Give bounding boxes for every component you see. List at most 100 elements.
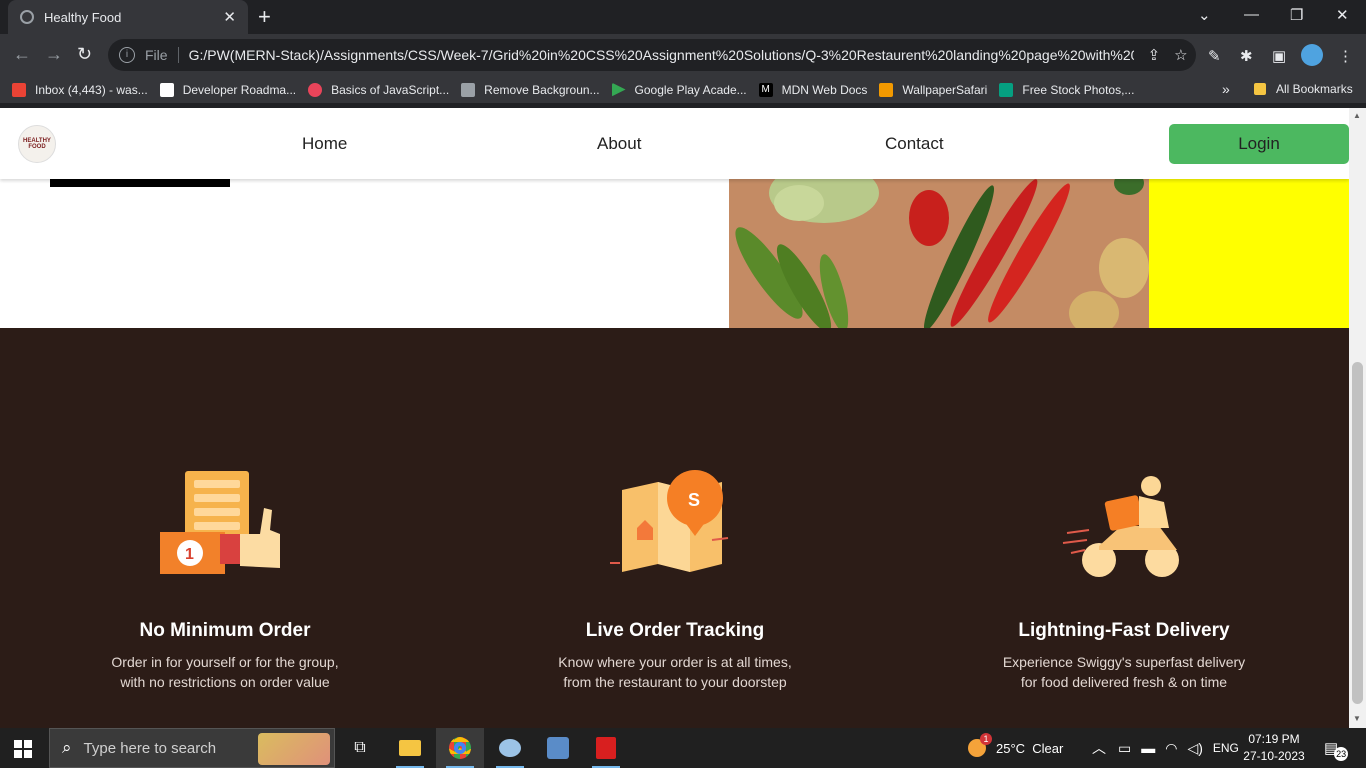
feature-description: Experience Swiggy's superfast delivery fo… bbox=[1002, 654, 1246, 690]
login-button[interactable]: Login bbox=[1169, 124, 1349, 164]
weather-badge: 1 bbox=[980, 733, 992, 745]
extensions-icon[interactable]: ✱ bbox=[1240, 47, 1253, 65]
mdn-icon: M bbox=[758, 82, 773, 97]
eyedropper-icon[interactable]: ✎ bbox=[1208, 47, 1221, 65]
volume-icon[interactable]: ◁) bbox=[1187, 740, 1202, 757]
feature-no-minimum-order: 1 No Minimum Order Order in for yourself… bbox=[0, 328, 450, 728]
bookmark-label: Inbox (4,443) - was... bbox=[35, 82, 148, 97]
media-app-icon[interactable] bbox=[534, 728, 582, 768]
browser-tab[interactable]: Healthy Food ✕ bbox=[8, 0, 248, 34]
windows-start-icon[interactable] bbox=[14, 740, 32, 758]
chrome-icon[interactable] bbox=[436, 728, 484, 768]
meet-icon[interactable]: ▭ bbox=[1118, 740, 1131, 757]
scroll-up-icon[interactable]: ▲ bbox=[1353, 111, 1361, 120]
feature-title: Lightning-Fast Delivery bbox=[1018, 620, 1230, 641]
bookmark-label: WallpaperSafari bbox=[902, 82, 988, 97]
bookmark-javascript[interactable]: Basics of JavaScript... bbox=[308, 82, 449, 97]
minimize-button[interactable]: — bbox=[1244, 6, 1259, 23]
features-section: 1 No Minimum Order Order in for yourself… bbox=[0, 328, 1349, 728]
thumbs-up-order-icon: 1 bbox=[160, 471, 280, 574]
bookmark-google-play[interactable]: Google Play Acade... bbox=[611, 82, 747, 97]
taskbar-search-box[interactable]: ⌕ Type here to search bbox=[49, 728, 335, 768]
side-panel-icon[interactable]: ▣ bbox=[1272, 47, 1286, 65]
profile-avatar[interactable] bbox=[1301, 44, 1323, 66]
scroll-down-icon[interactable]: ▼ bbox=[1353, 714, 1361, 723]
feature-title: No Minimum Order bbox=[139, 620, 311, 641]
bookmark-label: Developer Roadma... bbox=[182, 82, 297, 97]
google-play-icon bbox=[611, 82, 626, 97]
clock-time: 07:19 PM bbox=[1248, 732, 1300, 746]
remove-bg-icon bbox=[461, 82, 476, 97]
svg-text:S: S bbox=[688, 490, 700, 510]
bookmark-star-icon[interactable]: ☆ bbox=[1174, 46, 1187, 64]
restore-button[interactable]: ❐ bbox=[1290, 6, 1303, 24]
weather-text: 25°C Clear bbox=[996, 740, 1064, 756]
all-bookmarks-label: All Bookmarks bbox=[1276, 82, 1353, 96]
battery-icon[interactable]: ▬ bbox=[1141, 740, 1155, 756]
weather-icon: 1 bbox=[968, 733, 992, 757]
delivery-scooter-icon bbox=[1062, 476, 1179, 577]
browser-toolbar: ← → ↻ i File G:/PW(MERN-Stack)/Assignmen… bbox=[0, 34, 1366, 76]
close-tab-icon[interactable]: ✕ bbox=[223, 8, 236, 26]
bookmark-roadmap[interactable]: Developer Roadma... bbox=[159, 82, 297, 97]
clock[interactable]: 07:19 PM 27-10-2023 bbox=[1242, 731, 1306, 765]
reload-icon[interactable]: ↻ bbox=[77, 44, 92, 65]
logo-text: HEALTHY FOOD bbox=[23, 138, 51, 150]
bookmark-stock-photos[interactable]: Free Stock Photos,... bbox=[999, 82, 1135, 97]
nav-home[interactable]: Home bbox=[302, 134, 347, 154]
close-window-button[interactable]: ✕ bbox=[1336, 6, 1349, 24]
tab-search-icon[interactable]: ⌄ bbox=[1198, 6, 1211, 24]
wifi-icon[interactable]: ◠ bbox=[1165, 740, 1177, 757]
chevron-up-icon[interactable]: ︿ bbox=[1092, 738, 1106, 758]
wallpapersafari-icon bbox=[879, 82, 894, 97]
site-logo[interactable]: HEALTHY FOOD bbox=[18, 125, 56, 163]
bookmarks-bar: Inbox (4,443) - was... Developer Roadma.… bbox=[0, 76, 1366, 104]
bookmark-wallpapersafari[interactable]: WallpaperSafari bbox=[879, 82, 988, 97]
page-scrollbar[interactable]: ▲ ▼ bbox=[1349, 108, 1366, 728]
forward-icon[interactable]: → bbox=[45, 44, 63, 65]
info-icon[interactable]: i bbox=[119, 47, 135, 63]
snipping-tool-icon[interactable] bbox=[486, 728, 534, 768]
feature-live-order-tracking: S Live Order Tracking Know where your or… bbox=[450, 328, 900, 728]
more-bookmarks-icon[interactable]: » bbox=[1222, 81, 1230, 97]
roadmap-icon bbox=[159, 82, 174, 97]
javascript-icon bbox=[308, 82, 323, 97]
search-icon: ⌕ bbox=[62, 738, 72, 757]
yellow-panel bbox=[1149, 178, 1349, 328]
bookmark-remove-bg[interactable]: Remove Backgroun... bbox=[461, 82, 600, 97]
globe-icon bbox=[20, 10, 34, 24]
tab-title: Healthy Food bbox=[44, 9, 122, 25]
file-explorer-icon[interactable] bbox=[386, 728, 434, 768]
bookmark-label: Google Play Acade... bbox=[634, 82, 747, 97]
folder-icon bbox=[1254, 83, 1266, 95]
back-icon[interactable]: ← bbox=[13, 44, 31, 65]
share-icon[interactable]: ⇪ bbox=[1148, 46, 1161, 64]
vegetables-image bbox=[729, 178, 1149, 328]
bookmark-gmail[interactable]: Inbox (4,443) - was... bbox=[12, 82, 148, 97]
system-tray: ︿ ▭ ▬ ◠ ◁) ENG bbox=[1092, 728, 1239, 768]
url-text[interactable]: G:/PW(MERN-Stack)/Assignments/CSS/Week-7… bbox=[189, 47, 1134, 63]
new-tab-button[interactable]: + bbox=[258, 4, 271, 30]
pdf-reader-icon[interactable] bbox=[582, 728, 630, 768]
stock-photos-icon bbox=[999, 82, 1014, 97]
browser-tab-strip: Healthy Food ✕ + ⌄ — ❐ ✕ bbox=[0, 0, 1366, 34]
weather-widget[interactable]: 1 25°C Clear bbox=[968, 728, 1063, 768]
notifications-button[interactable]: ▤ 23 bbox=[1324, 728, 1349, 768]
all-bookmarks[interactable]: All Bookmarks bbox=[1254, 82, 1353, 96]
nav-contact[interactable]: Contact bbox=[885, 134, 944, 154]
address-bar[interactable]: i File G:/PW(MERN-Stack)/Assignments/CSS… bbox=[108, 39, 1196, 71]
bookmark-label: Free Stock Photos,... bbox=[1022, 82, 1135, 97]
clock-date: 27-10-2023 bbox=[1243, 749, 1305, 763]
map-pin-tracking-icon: S bbox=[610, 470, 729, 572]
notification-count: 23 bbox=[1334, 747, 1349, 761]
bookmark-mdn[interactable]: M MDN Web Docs bbox=[758, 82, 867, 97]
hero-button-edge[interactable] bbox=[50, 178, 230, 187]
nav-about[interactable]: About bbox=[597, 134, 641, 154]
language-indicator[interactable]: ENG bbox=[1213, 741, 1239, 755]
menu-icon[interactable]: ⋮ bbox=[1338, 47, 1353, 65]
search-highlight-icon bbox=[258, 733, 330, 765]
scheme-label: File bbox=[145, 47, 179, 63]
scrollbar-thumb[interactable] bbox=[1352, 362, 1363, 704]
vegetables-illustration bbox=[735, 178, 1149, 328]
task-view-icon[interactable]: ⧉ bbox=[336, 728, 384, 768]
